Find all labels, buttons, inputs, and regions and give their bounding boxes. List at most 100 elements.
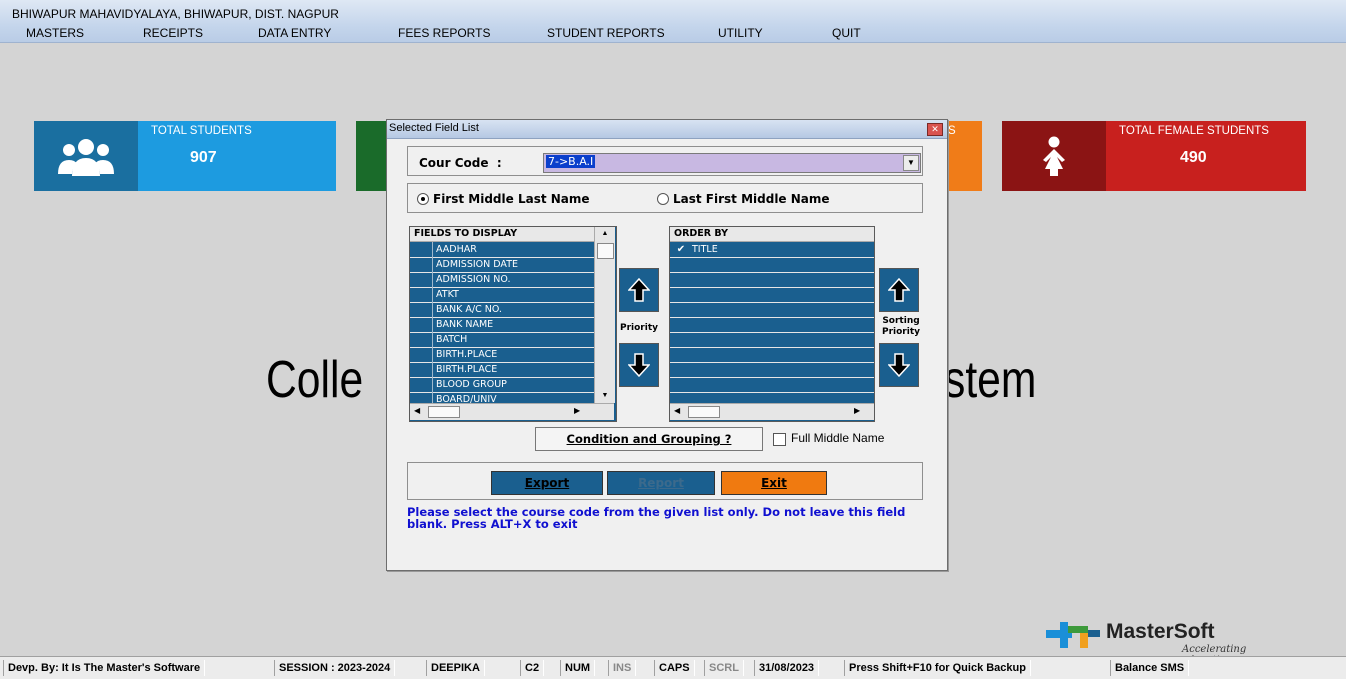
tile-label: S <box>948 125 956 137</box>
scroll-left-icon[interactable]: ◀ <box>414 406 420 415</box>
condition-grouping-button[interactable]: Condition and Grouping ? <box>535 427 763 451</box>
list-item[interactable] <box>670 257 874 273</box>
tile-label: TOTAL FEMALE STUDENTS <box>1119 125 1269 137</box>
list-item[interactable]: ✔ TITLE <box>670 242 874 258</box>
tile-total-students[interactable]: TOTAL STUDENTS 907 <box>34 121 336 191</box>
radio-label: Last First Middle Name <box>673 192 830 206</box>
scrollbar-thumb[interactable] <box>688 406 720 418</box>
checkmark-icon: ✔ <box>676 244 686 255</box>
close-icon[interactable]: ✕ <box>927 123 943 136</box>
dialog-titlebar: Selected Field List ✕ <box>387 120 947 139</box>
arrow-up-icon <box>888 278 910 302</box>
list-item[interactable]: BIRTH.PLACE <box>410 362 594 378</box>
scroll-right-icon[interactable]: ▶ <box>574 406 580 415</box>
status-ins: INS <box>608 660 637 676</box>
mastersoft-logo: MasterSoft Accelerating education.... <box>1044 614 1304 666</box>
horizontal-scrollbar[interactable]: ◀ ▶ <box>670 403 874 420</box>
full-middle-name-label: Full Middle Name <box>791 431 885 445</box>
app-title: BHIWAPUR MAHAVIDYALAYA, BHIWAPUR, DIST. … <box>12 7 339 21</box>
scrollbar-thumb[interactable] <box>428 406 460 418</box>
brand-name: MasterSoft <box>1106 620 1215 643</box>
arrow-down-icon <box>888 353 910 377</box>
menu-utility[interactable]: UTILITY <box>718 26 763 40</box>
list-item[interactable]: BANK NAME <box>410 317 594 333</box>
status-scrl: SCRL <box>704 660 744 676</box>
priority-up-button[interactable] <box>619 268 659 312</box>
status-num: NUM <box>560 660 596 676</box>
tile-value: 490 <box>1180 149 1207 166</box>
radio-last-first-middle[interactable]: Last First Middle Name <box>657 192 877 206</box>
export-button[interactable]: Export <box>491 471 603 495</box>
list-item[interactable] <box>670 377 874 393</box>
list-item[interactable] <box>670 362 874 378</box>
list-item[interactable]: ADMISSION DATE <box>410 257 594 273</box>
scrollbar-thumb[interactable] <box>597 243 614 259</box>
mastersoft-logo-icon <box>1046 622 1100 648</box>
list-item[interactable]: ATKT <box>410 287 594 303</box>
list-item[interactable] <box>670 317 874 333</box>
menu-masters[interactable]: MASTERS <box>26 26 84 40</box>
menu-receipts[interactable]: RECEIPTS <box>143 26 203 40</box>
status-user: DEEPIKA <box>426 660 485 676</box>
status-developer: Devp. By: It Is The Master's Software <box>3 660 206 676</box>
course-code-combobox[interactable]: 7->B.A.I ▼ <box>543 153 921 173</box>
menu-fees-reports[interactable]: FEES REPORTS <box>398 26 490 40</box>
horizontal-scrollbar[interactable]: ◀ ▶ <box>410 403 614 420</box>
selected-field-list-dialog: Selected Field List ✕ Cour Code : 7->B.A… <box>386 119 948 571</box>
sorting-priority-up-button[interactable] <box>879 268 919 312</box>
order-by-list[interactable]: ORDER BY ✔ TITLE ◀ ▶ <box>669 226 875 422</box>
tile-label: TOTAL STUDENTS <box>151 125 252 137</box>
tile-total-female[interactable]: TOTAL FEMALE STUDENTS 490 <box>1002 121 1306 191</box>
scroll-down-icon[interactable]: ▼ <box>595 389 615 403</box>
list-item[interactable] <box>670 287 874 303</box>
menu-student-reports[interactable]: STUDENT REPORTS <box>547 26 665 40</box>
full-middle-name-checkbox[interactable] <box>773 433 786 446</box>
list-item[interactable]: BANK A/C NO. <box>410 302 594 318</box>
vertical-scrollbar[interactable]: ▲ ▼ <box>594 227 615 403</box>
status-session: SESSION : 2023-2024 <box>274 660 396 676</box>
course-code-label: Cour Code : <box>419 156 502 170</box>
scroll-right-icon[interactable]: ▶ <box>854 406 860 415</box>
list-item[interactable] <box>670 332 874 348</box>
background-title-left: Colle <box>266 351 364 409</box>
list-item[interactable]: AADHAR <box>410 242 594 258</box>
arrow-down-icon <box>628 353 650 377</box>
course-code-value: 7->B.A.I <box>546 155 596 168</box>
report-button[interactable]: Report <box>607 471 715 495</box>
radio-label: First Middle Last Name <box>433 192 590 206</box>
list-item[interactable]: BIRTH.PLACE <box>410 347 594 363</box>
tile-orange-partial[interactable]: S <box>946 121 982 191</box>
dialog-title: Selected Field List <box>389 122 479 134</box>
list-item[interactable]: ADMISSION NO. <box>410 272 594 288</box>
app-titlebar: BHIWAPUR MAHAVIDYALAYA, BHIWAPUR, DIST. … <box>0 0 1346 43</box>
radio-first-middle-last[interactable]: First Middle Last Name <box>417 192 627 206</box>
menu-quit[interactable]: QUIT <box>832 26 861 40</box>
sorting-priority-down-button[interactable] <box>879 343 919 387</box>
fields-list-header: FIELDS TO DISPLAY <box>410 227 598 242</box>
status-backup-hint: Press Shift+F10 for Quick Backup <box>844 660 1031 676</box>
chevron-down-icon[interactable]: ▼ <box>903 155 919 171</box>
help-text: Please select the course code from the g… <box>407 505 906 531</box>
menu-data-entry[interactable]: DATA ENTRY <box>258 26 331 40</box>
scroll-left-icon[interactable]: ◀ <box>674 406 680 415</box>
status-bar: Devp. By: It Is The Master's Software SE… <box>0 656 1346 679</box>
scroll-up-icon[interactable]: ▲ <box>595 227 615 241</box>
sorting-priority-label: Sorting Priority <box>882 316 920 337</box>
exit-button[interactable]: Exit <box>721 471 827 495</box>
status-date: 31/08/2023 <box>754 660 820 676</box>
priority-down-button[interactable] <box>619 343 659 387</box>
list-item[interactable] <box>670 302 874 318</box>
list-item[interactable]: BLOOD GROUP <box>410 377 594 393</box>
fields-to-display-list[interactable]: FIELDS TO DISPLAY AADHAR ADMISSION DATE … <box>409 226 617 422</box>
tile-green-partial[interactable] <box>356 121 388 191</box>
list-item[interactable]: BATCH <box>410 332 594 348</box>
status-balance-sms: Balance SMS <box>1110 660 1190 676</box>
tile-value: 907 <box>190 149 217 166</box>
list-item[interactable] <box>670 272 874 288</box>
list-item[interactable] <box>670 347 874 363</box>
status-caps: CAPS <box>654 660 695 676</box>
background-title-right: stem <box>944 351 1037 409</box>
priority-label: Priority <box>620 323 658 333</box>
group-icon <box>34 121 138 191</box>
arrow-up-icon <box>628 278 650 302</box>
